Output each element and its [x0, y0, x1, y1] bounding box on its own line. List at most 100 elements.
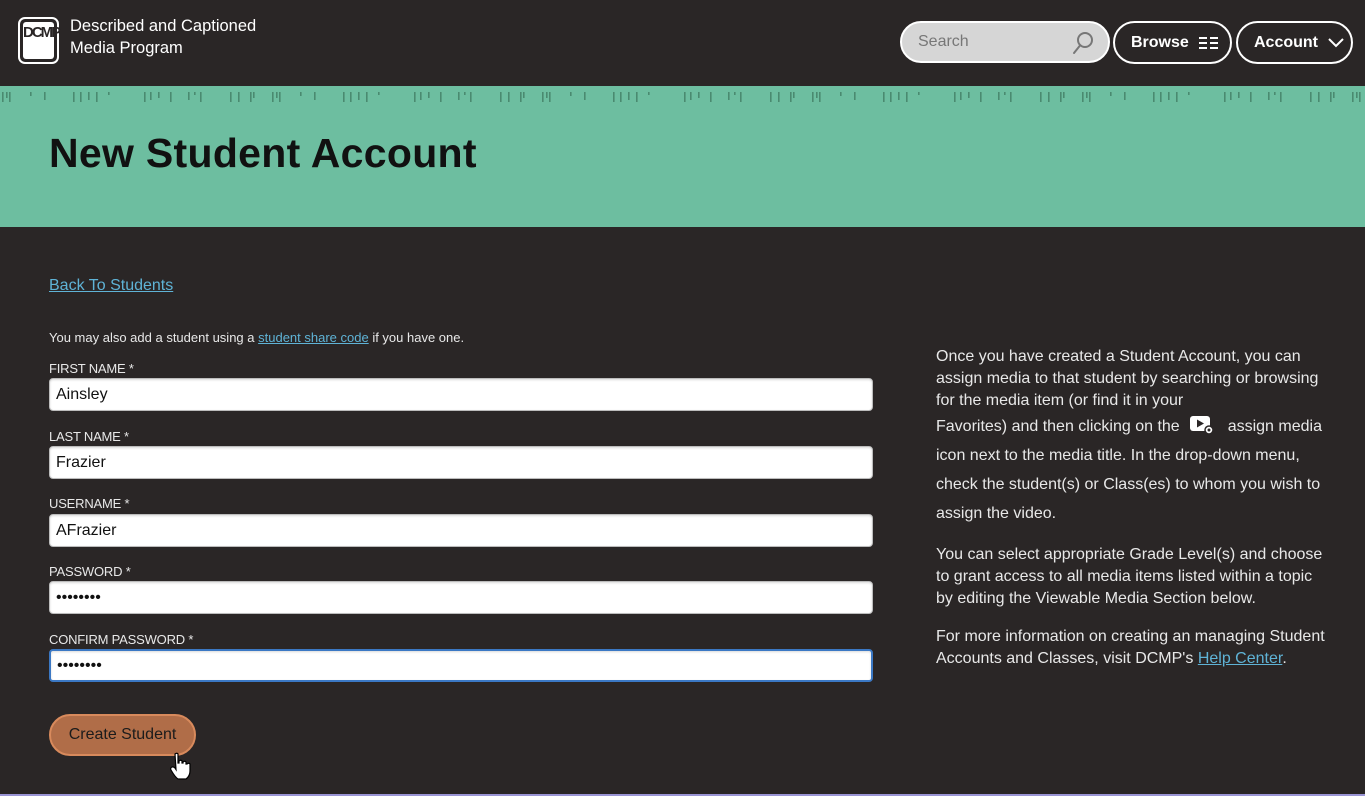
tick-mark — [276, 92, 278, 98]
tick-mark — [253, 92, 255, 98]
tick-mark — [300, 92, 302, 96]
confirm-password-label: CONFIRM PASSWORD * — [49, 632, 194, 647]
tick-mark — [314, 92, 316, 100]
tick-mark — [1124, 92, 1126, 100]
tick-mark — [1082, 92, 1084, 102]
first-name-label: FIRST NAME * — [49, 361, 134, 376]
username-field[interactable] — [49, 514, 873, 547]
tick-mark — [980, 92, 982, 102]
confirm-password-field[interactable] — [49, 649, 873, 682]
search-box — [900, 21, 1110, 63]
tick-mark — [812, 92, 814, 102]
help-paragraph-2: You can select appropriate Grade Level(s… — [936, 546, 1323, 607]
tick-mark — [194, 92, 196, 95]
tick-mark — [1352, 92, 1354, 102]
tick-mark — [343, 92, 345, 102]
tick-mark — [158, 92, 160, 98]
password-field[interactable] — [49, 581, 873, 614]
tick-mark — [358, 92, 360, 100]
tick-mark — [854, 92, 856, 100]
tick-mark — [9, 92, 11, 102]
back-to-students-link[interactable]: Back To Students — [49, 277, 173, 295]
tick-mark — [816, 92, 818, 98]
decorative-tick-pattern — [2, 92, 1361, 102]
tick-mark — [520, 92, 522, 102]
tick-mark — [740, 92, 742, 102]
help-center-link[interactable]: Help Center — [1198, 650, 1283, 667]
brand-line-2: Media Program — [70, 39, 183, 57]
password-label: PASSWORD * — [49, 564, 131, 579]
share-note-prefix: You may also add a student using a — [49, 330, 259, 345]
tick-mark — [73, 92, 75, 102]
tick-mark — [1359, 92, 1361, 102]
tick-mark — [170, 92, 172, 102]
tick-mark — [88, 92, 90, 100]
help-p1-before-icon: Favorites) and then clicking on the — [936, 418, 1180, 435]
tick-mark — [1086, 92, 1088, 98]
tick-mark — [790, 92, 792, 102]
tick-mark — [1268, 92, 1270, 100]
tick-mark — [1063, 92, 1065, 98]
create-student-button[interactable]: Create Student — [49, 714, 196, 756]
site-header: DCMP Described and Captioned Media Progr… — [0, 0, 1365, 86]
tick-mark — [1230, 92, 1232, 100]
tick-mark — [44, 92, 46, 100]
tick-mark — [366, 92, 368, 102]
tick-mark — [1333, 92, 1335, 98]
tick-mark — [1238, 92, 1240, 98]
tick-mark — [1040, 92, 1042, 102]
tick-mark — [1010, 92, 1012, 102]
tick-mark — [200, 92, 202, 102]
tick-mark — [440, 92, 442, 102]
tick-mark — [230, 92, 232, 102]
tick-mark — [684, 92, 686, 102]
tick-mark — [1318, 92, 1320, 102]
dcmp-logo[interactable]: DCMP — [18, 17, 61, 64]
tick-mark — [636, 92, 638, 102]
tick-mark — [96, 92, 98, 102]
tick-mark — [272, 92, 274, 102]
tick-mark — [1004, 92, 1006, 95]
tick-mark — [1310, 92, 1312, 102]
tick-mark — [906, 92, 908, 102]
tick-mark — [728, 92, 730, 100]
tick-mark — [1274, 92, 1276, 95]
browse-button[interactable]: Browse — [1113, 21, 1232, 64]
tick-mark — [778, 92, 780, 102]
account-label: Account — [1254, 33, 1318, 51]
brand-name[interactable]: Described and Captioned Media Program — [70, 15, 256, 59]
help-p3-end: . — [1282, 650, 1287, 667]
first-name-field[interactable] — [49, 378, 873, 411]
assign-media-icon — [1189, 415, 1214, 435]
help-paragraph-1: Once you have created a Student Account,… — [936, 346, 1326, 528]
tick-mark — [508, 92, 510, 102]
student-share-code-link[interactable]: student share code — [258, 330, 369, 345]
search-icon[interactable] — [1072, 31, 1094, 55]
tick-mark — [6, 92, 8, 98]
tick-mark — [734, 92, 736, 95]
search-input[interactable] — [918, 23, 1068, 61]
tick-mark — [954, 92, 956, 102]
tick-mark — [613, 92, 615, 102]
tick-mark — [80, 92, 82, 102]
tick-mark — [350, 92, 352, 102]
tick-mark — [890, 92, 892, 102]
tick-mark — [698, 92, 700, 98]
help-panel: Once you have created a Student Account,… — [936, 346, 1326, 686]
chevron-down-icon — [1328, 37, 1344, 48]
tick-mark — [144, 92, 146, 102]
tick-mark — [1160, 92, 1162, 102]
last-name-field[interactable] — [49, 446, 873, 479]
tick-mark — [898, 92, 900, 100]
tick-mark — [279, 92, 281, 102]
page-banner: New Student Account — [0, 86, 1365, 227]
tick-mark — [420, 92, 422, 100]
tick-mark — [1048, 92, 1050, 102]
tick-mark — [108, 92, 110, 95]
account-button[interactable]: Account — [1236, 21, 1353, 64]
tick-mark — [710, 92, 712, 102]
tick-mark — [1224, 92, 1226, 102]
tick-mark — [690, 92, 692, 100]
list-icon — [1198, 36, 1219, 49]
tick-mark — [1089, 92, 1091, 102]
